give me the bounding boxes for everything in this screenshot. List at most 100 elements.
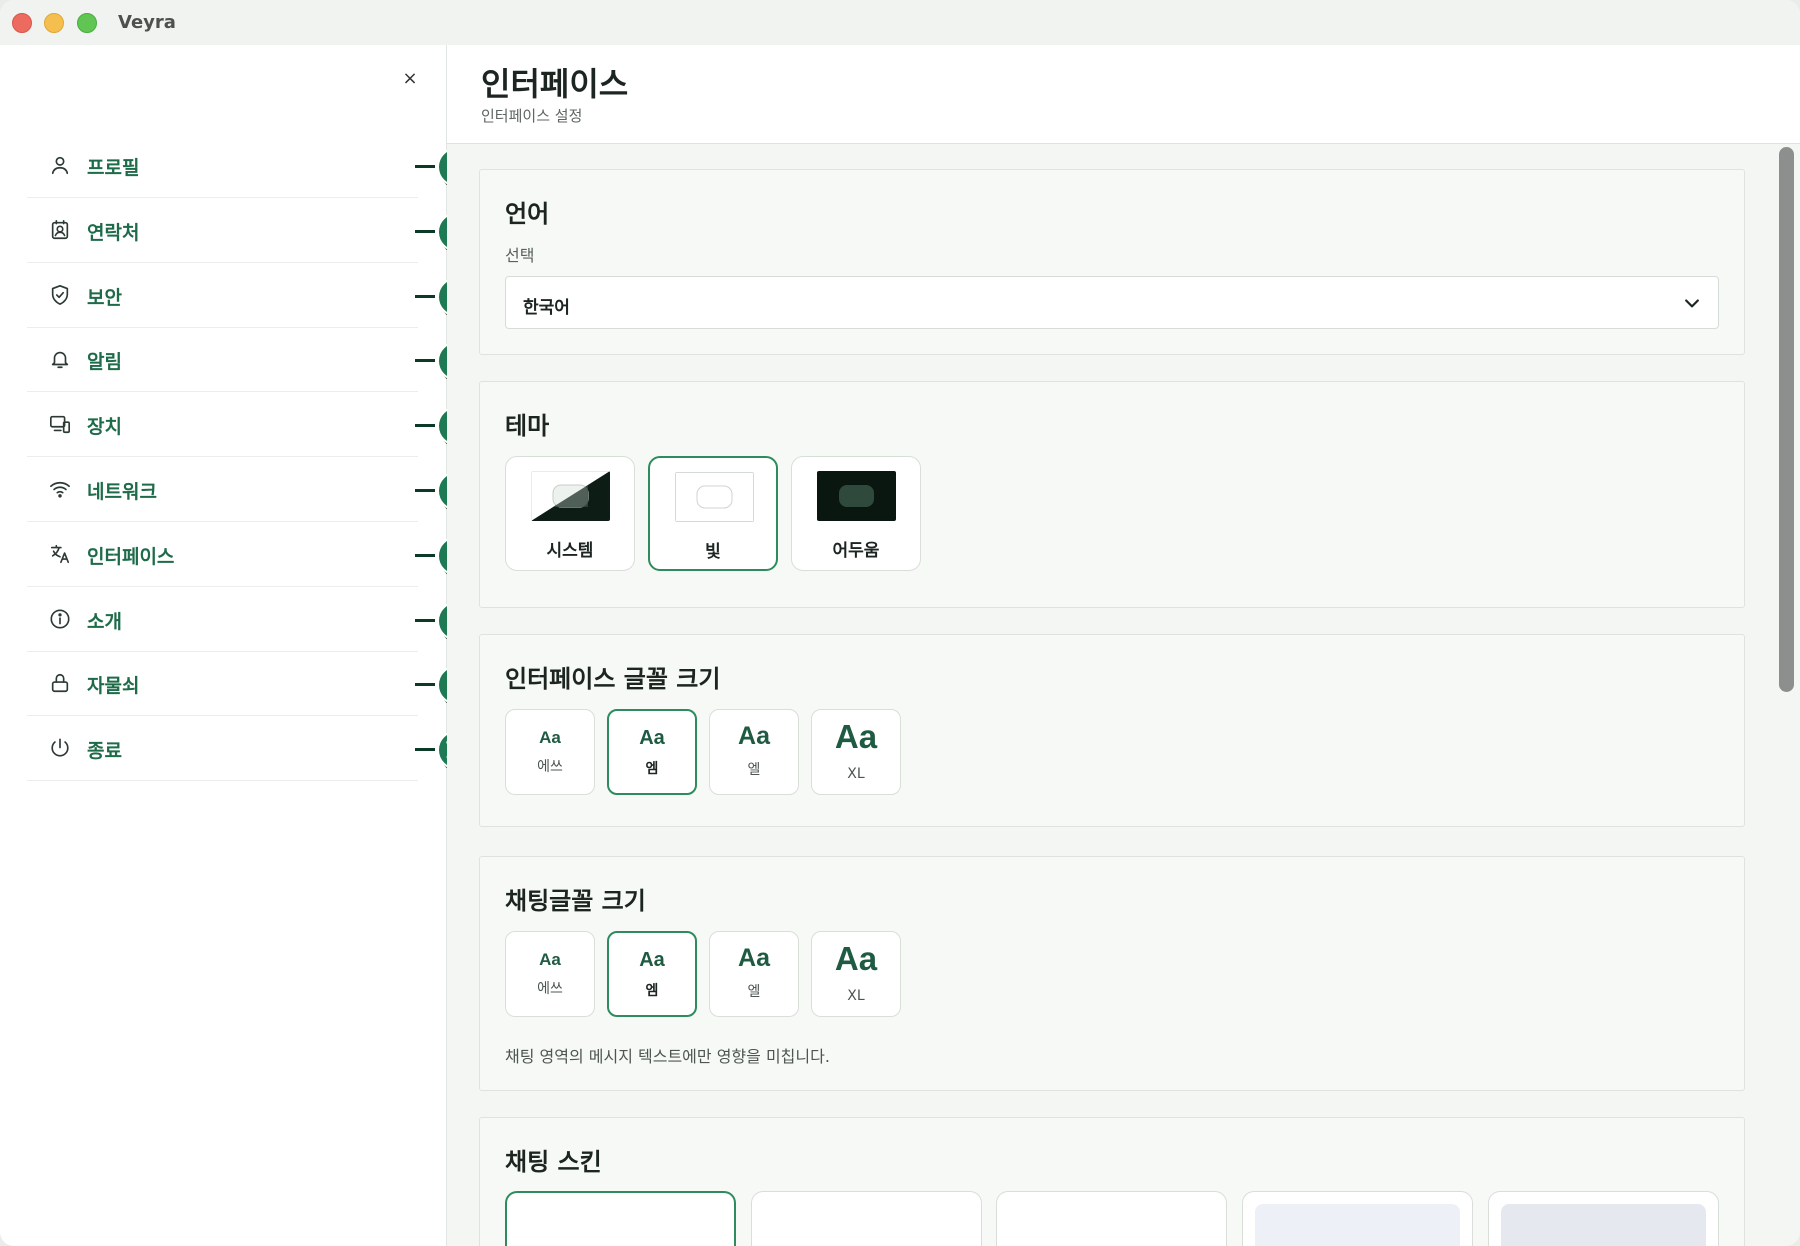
font-size-label: 에쓰 — [537, 759, 563, 775]
settings-content[interactable]: 언어 선택 한국어 테마 시스템 빛 어두움 인터페이스 글꼴 크기 Aa 에쓰… — [447, 144, 1777, 1246]
interface-font-title: 인터페이스 글꼴 크기 — [505, 665, 721, 693]
sidebar-item-label: 자물쇠 — [87, 675, 140, 697]
chat-skin-option[interactable] — [751, 1191, 982, 1246]
zoom-window-button[interactable] — [77, 13, 97, 33]
sidebar-item-label: 장치 — [87, 416, 122, 438]
font-size-label: XL — [847, 766, 865, 782]
lock-icon — [51, 673, 69, 693]
font-size-label: 엠 — [645, 983, 659, 999]
theme-option-label: 빛 — [705, 542, 721, 562]
user-icon — [51, 156, 69, 175]
title-bar: Veyra — [0, 0, 1800, 45]
sidebar-item-lock[interactable]: 자물쇠 — [27, 652, 418, 716]
chat-skin-option[interactable] — [505, 1191, 736, 1246]
chat-font-option-m[interactable]: Aa 엠 — [607, 931, 697, 1017]
chat-font-option-xl[interactable]: Aa XL — [811, 931, 901, 1017]
sidebar-item-label: 연락처 — [87, 222, 140, 244]
theme-option-light[interactable]: 빛 — [648, 456, 778, 571]
chat-font-option-s[interactable]: Aa 에쓰 — [505, 931, 595, 1017]
page-header: 인터페이스 인터페이스 설정 — [447, 45, 1800, 144]
sidebar-item-label: 종료 — [87, 740, 122, 762]
close-window-button[interactable] — [12, 13, 32, 33]
theme-option-dark[interactable]: 어두움 — [791, 456, 921, 571]
callout-line — [415, 619, 435, 622]
contacts-icon — [51, 220, 69, 240]
font-sample-m: Aa — [639, 949, 665, 971]
theme-card: 테마 시스템 빛 어두움 — [479, 381, 1745, 608]
sidebar-item-profile[interactable]: 프로필 — [27, 134, 418, 198]
sidebar-item-notifications[interactable]: 알림 — [27, 328, 418, 392]
light-theme-preview-icon — [675, 472, 754, 522]
chat-skin-option[interactable] — [1242, 1191, 1473, 1246]
sidebar-item-about[interactable]: 소개 — [27, 588, 418, 652]
language-select-value: 한국어 — [523, 298, 570, 318]
callout-line — [415, 424, 435, 427]
devices-icon — [50, 415, 70, 434]
callout-line — [415, 295, 435, 298]
sidebar-close-icon[interactable]: × — [400, 69, 420, 89]
sidebar-item-network[interactable]: 네트워크 — [27, 458, 418, 522]
font-size-label: XL — [847, 988, 865, 1004]
font-sample-xl: Aa — [834, 940, 878, 977]
font-sample-xl: Aa — [834, 718, 878, 755]
sidebar-item-security[interactable]: 보안 — [27, 264, 418, 328]
info-icon — [50, 609, 70, 629]
chat-skin-option[interactable] — [1488, 1191, 1719, 1246]
scrollbar-thumb[interactable] — [1779, 147, 1794, 692]
chat-skin-preview — [1501, 1204, 1706, 1246]
interface-font-option-l[interactable]: Aa 엘 — [709, 709, 799, 795]
font-sample-l: Aa — [738, 944, 770, 972]
theme-title: 테마 — [505, 412, 550, 440]
chevron-down-icon — [1685, 299, 1699, 308]
interface-font-option-m[interactable]: Aa 엠 — [607, 709, 697, 795]
sidebar-item-label: 네트워크 — [87, 481, 157, 503]
interface-font-option-xl[interactable]: Aa XL — [811, 709, 901, 795]
chat-font-help-text: 채팅 영역의 메시지 텍스트에만 영향을 미칩니다. — [505, 1047, 830, 1066]
font-sample-m: Aa — [639, 727, 665, 749]
bell-icon — [51, 351, 69, 369]
page-subtitle: 인터페이스 설정 — [481, 107, 583, 125]
chat-font-option-l[interactable]: Aa 엘 — [709, 931, 799, 1017]
sidebar-item-label: 알림 — [87, 351, 122, 373]
interface-font-card: 인터페이스 글꼴 크기 Aa 에쓰 Aa 엠 Aa 엘 Aa XL — [479, 634, 1745, 827]
chat-font-card: 채팅글꼴 크기 Aa 에쓰 Aa 엠 Aa 엘 Aa XL 채팅 영역의 메시지… — [479, 856, 1745, 1091]
dark-theme-preview-icon — [817, 471, 896, 521]
page-title: 인터페이스 — [481, 65, 629, 103]
system-theme-preview-icon — [531, 471, 610, 521]
chat-skin-preview — [1255, 1204, 1460, 1246]
theme-option-label: 시스템 — [546, 541, 594, 561]
language-select[interactable]: 한국어 — [505, 276, 1719, 329]
font-sample-s: Aa — [539, 728, 561, 747]
font-size-label: 엠 — [645, 761, 659, 777]
chat-skin-title: 채팅 스킨 — [505, 1148, 602, 1176]
callout-line — [415, 165, 435, 168]
chat-skin-option[interactable] — [996, 1191, 1227, 1246]
sidebar-item-label: 프로필 — [87, 157, 140, 179]
font-sample-l: Aa — [738, 722, 770, 750]
callout-line — [415, 230, 435, 233]
callout-line — [415, 489, 435, 492]
app-title: Veyra — [118, 12, 176, 33]
sidebar-item-quit[interactable]: 종료 — [27, 717, 418, 781]
sidebar-item-interface[interactable]: 인터페이스 — [27, 523, 418, 587]
font-size-label: 엘 — [747, 984, 761, 1000]
sidebar-item-contacts[interactable]: 연락처 — [27, 199, 418, 263]
translate-icon — [50, 544, 70, 564]
theme-option-system[interactable]: 시스템 — [505, 456, 635, 571]
callout-line — [415, 748, 435, 751]
language-card: 언어 선택 한국어 — [479, 169, 1745, 355]
chat-font-title: 채팅글꼴 크기 — [505, 887, 646, 915]
power-icon — [51, 738, 69, 757]
app-window: Veyra × 프로필 연락처 보안 알림 장치 네트워크 인터페이스 소개 자… — [0, 0, 1800, 1246]
interface-font-option-s[interactable]: Aa 에쓰 — [505, 709, 595, 795]
sidebar: × 프로필 연락처 보안 알림 장치 네트워크 인터페이스 소개 자물쇠 종료 — [0, 45, 477, 1246]
minimize-window-button[interactable] — [44, 13, 64, 33]
language-title: 언어 — [505, 200, 550, 228]
theme-option-label: 어두움 — [832, 541, 880, 561]
sidebar-item-label: 인터페이스 — [87, 546, 175, 568]
sidebar-item-devices[interactable]: 장치 — [27, 393, 418, 457]
font-size-label: 에쓰 — [537, 981, 563, 997]
sidebar-item-label: 보안 — [87, 287, 122, 309]
wifi-icon — [50, 481, 70, 498]
font-sample-s: Aa — [539, 950, 561, 969]
